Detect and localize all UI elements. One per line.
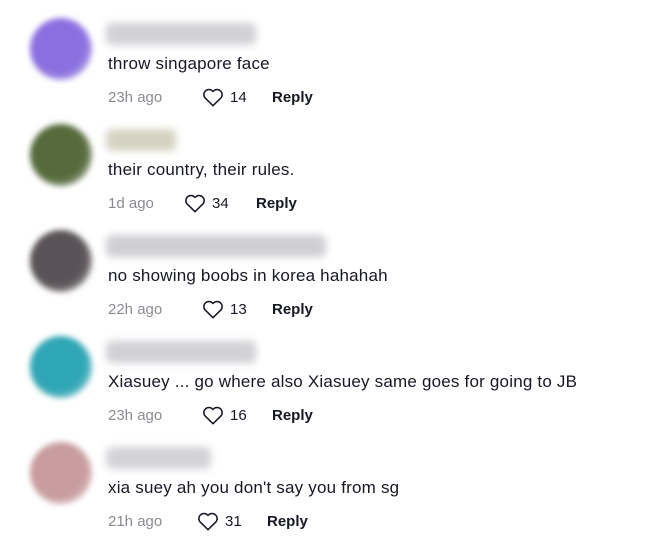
comment-meta: 21h ago 31 Reply <box>108 510 308 532</box>
reply-button[interactable]: Reply <box>272 89 313 106</box>
comment-meta: 23h ago 16 Reply <box>108 404 313 426</box>
comment-timestamp: 21h ago <box>108 512 163 530</box>
comment-text: their country, their rules. <box>108 160 295 179</box>
like-count: 34 <box>212 194 229 212</box>
like-count: 13 <box>230 300 247 318</box>
heart-icon <box>185 194 205 213</box>
reply-button[interactable]: Reply <box>267 513 308 530</box>
comment-meta: 1d ago 34 Reply <box>108 192 297 214</box>
comment-text: throw singapore face <box>108 54 270 73</box>
like-button[interactable]: 34 <box>184 193 256 213</box>
avatar[interactable] <box>30 124 92 186</box>
like-button[interactable]: 13 <box>202 299 272 319</box>
username-blurred[interactable] <box>106 341 256 363</box>
heart-icon <box>203 406 223 425</box>
comment-item: xia suey ah you don't say you from sg 21… <box>0 442 658 548</box>
reply-button[interactable]: Reply <box>256 195 297 212</box>
username-blurred[interactable] <box>106 23 256 45</box>
avatar[interactable] <box>30 230 92 292</box>
like-button[interactable]: 31 <box>197 511 267 531</box>
heart-icon <box>198 512 218 531</box>
heart-icon <box>203 300 223 319</box>
comment-item: no showing boobs in korea hahahah 22h ag… <box>0 230 658 336</box>
like-count: 14 <box>230 88 247 106</box>
username-blurred[interactable] <box>106 129 176 151</box>
like-count: 16 <box>230 406 247 424</box>
comment-item: Xiasuey ... go where also Xiasuey same g… <box>0 336 658 442</box>
reply-button[interactable]: Reply <box>272 301 313 318</box>
like-button[interactable]: 16 <box>202 405 272 425</box>
username-blurred[interactable] <box>106 447 211 469</box>
comment-text: Xiasuey ... go where also Xiasuey same g… <box>108 372 578 391</box>
like-button[interactable]: 14 <box>202 87 272 107</box>
comment-timestamp: 23h ago <box>108 88 163 106</box>
comment-meta: 22h ago 13 Reply <box>108 298 313 320</box>
avatar[interactable] <box>30 18 92 80</box>
comment-text: xia suey ah you don't say you from sg <box>108 478 400 497</box>
reply-button[interactable]: Reply <box>272 407 313 424</box>
avatar[interactable] <box>30 336 92 398</box>
heart-icon <box>203 88 223 107</box>
comment-text: no showing boobs in korea hahahah <box>108 266 388 285</box>
comment-timestamp: 22h ago <box>108 300 163 318</box>
like-count: 31 <box>225 512 242 530</box>
comment-meta: 23h ago 14 Reply <box>108 86 313 108</box>
avatar[interactable] <box>30 442 92 504</box>
comment-item: throw singapore face 23h ago 14 Reply <box>0 18 658 124</box>
username-blurred[interactable] <box>106 235 326 257</box>
comment-item: their country, their rules. 1d ago 34 Re… <box>0 124 658 230</box>
comment-timestamp: 23h ago <box>108 406 163 424</box>
